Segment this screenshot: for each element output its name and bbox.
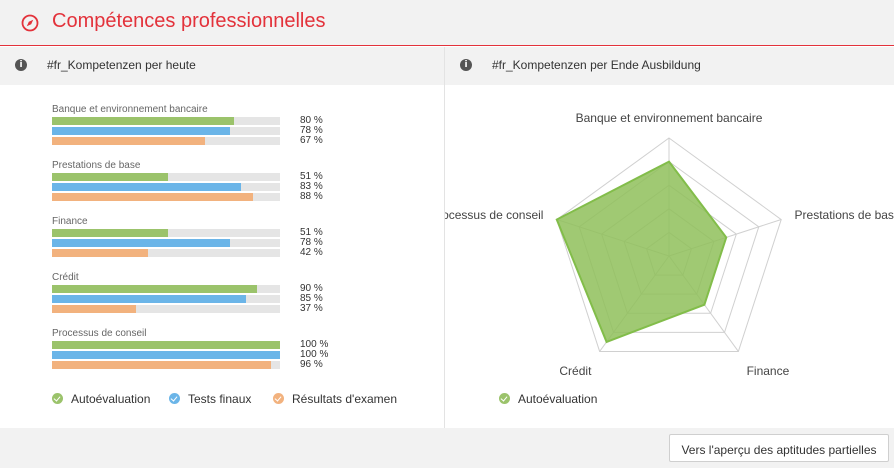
bar <box>52 193 253 201</box>
radar-axis-label: Banque et environnement bancaire <box>576 111 763 125</box>
radar-axis-label: Crédit <box>559 364 592 378</box>
page-title: Compétences professionnelles <box>52 10 326 32</box>
bar <box>52 341 280 349</box>
bar <box>52 173 169 181</box>
bar <box>52 183 242 191</box>
legend-item[interactable]: Autoévaluation <box>52 392 150 406</box>
bar-track <box>52 193 280 201</box>
bar-track <box>52 173 280 181</box>
bar-track <box>52 239 280 247</box>
left-panel-header: i #fr_Kompetenzen per heute <box>0 47 444 85</box>
bar-track <box>52 295 280 303</box>
check-circle-icon <box>52 393 63 404</box>
bar-value-label: 96 % <box>300 359 323 370</box>
right-panel-title: #fr_Kompetenzen per Ende Ausbildung <box>492 58 701 72</box>
bar <box>52 229 169 237</box>
legend-label: Tests finaux <box>188 392 252 406</box>
bar-group: Processus de conseil 100 % 100 % 96 % <box>52 328 352 384</box>
info-icon[interactable]: i <box>15 59 27 71</box>
bar-track <box>52 249 280 257</box>
bar-track <box>52 351 280 359</box>
bar-value-label: 67 % <box>300 135 323 146</box>
bar-track <box>52 183 280 191</box>
bar-group: Crédit 90 % 85 % 37 % <box>52 272 352 328</box>
bar <box>52 361 271 369</box>
radar-axis-label: Prestations de base <box>795 208 894 222</box>
bar-group: Finance 51 % 78 % 42 % <box>52 216 352 272</box>
bar-value-label: 37 % <box>300 303 323 314</box>
bar <box>52 285 258 293</box>
legend-label: Résultats d'examen <box>292 392 398 406</box>
bar-group: Banque et environnement bancaire 80 % 78 %… <box>52 104 352 160</box>
bar-track <box>52 285 280 293</box>
bar-track <box>52 361 280 369</box>
radar-axis-label: Processus de conseil <box>445 208 543 222</box>
bar-row: 37 % <box>52 303 352 314</box>
bar <box>52 249 148 257</box>
competence-bar-chart: Banque et environnement bancaire 80 % 78 %… <box>52 104 352 384</box>
check-circle-icon <box>169 393 180 404</box>
bar-track <box>52 229 280 237</box>
bar-track <box>52 137 280 145</box>
legend-item[interactable]: Résultats d'examen <box>273 392 397 406</box>
bar-value-label: 42 % <box>300 247 323 258</box>
competence-radar-chart: Banque et environnement bancaire Prestati… <box>445 111 894 378</box>
section-header: Compétences professionnelles <box>0 0 894 46</box>
check-circle-icon <box>273 393 284 404</box>
bar <box>52 305 137 313</box>
bar-value-label: 88 % <box>300 191 323 202</box>
bar-row: 67 % <box>52 135 352 146</box>
radar-axis-label: Finance <box>747 364 790 378</box>
right-panel-header: i #fr_Kompetenzen per Ende Ausbildung <box>445 47 894 85</box>
bar <box>52 295 246 303</box>
bar-track <box>52 117 280 125</box>
compass-icon <box>21 14 39 32</box>
radar-series-area <box>555 160 728 344</box>
bar <box>52 117 235 125</box>
bar <box>52 351 280 359</box>
left-panel-title: #fr_Kompetenzen per heute <box>47 58 196 72</box>
bar-row: 96 % <box>52 359 352 370</box>
legend-label: Autoévaluation <box>71 392 151 406</box>
bar-track <box>52 305 280 313</box>
bar-group: Prestations de base 51 % 83 % 88 % <box>52 160 352 216</box>
partial-skills-overview-button[interactable]: Vers l'aperçu des aptitudes partielles <box>669 434 889 462</box>
bar-row: 42 % <box>52 247 352 258</box>
info-icon[interactable]: i <box>460 59 472 71</box>
bar <box>52 239 230 247</box>
bar-row: 88 % <box>52 191 352 202</box>
bar <box>52 127 230 135</box>
legend-item[interactable]: Tests finaux <box>169 392 251 406</box>
bar-track <box>52 127 280 135</box>
bar-track <box>52 341 280 349</box>
bar <box>52 137 205 145</box>
